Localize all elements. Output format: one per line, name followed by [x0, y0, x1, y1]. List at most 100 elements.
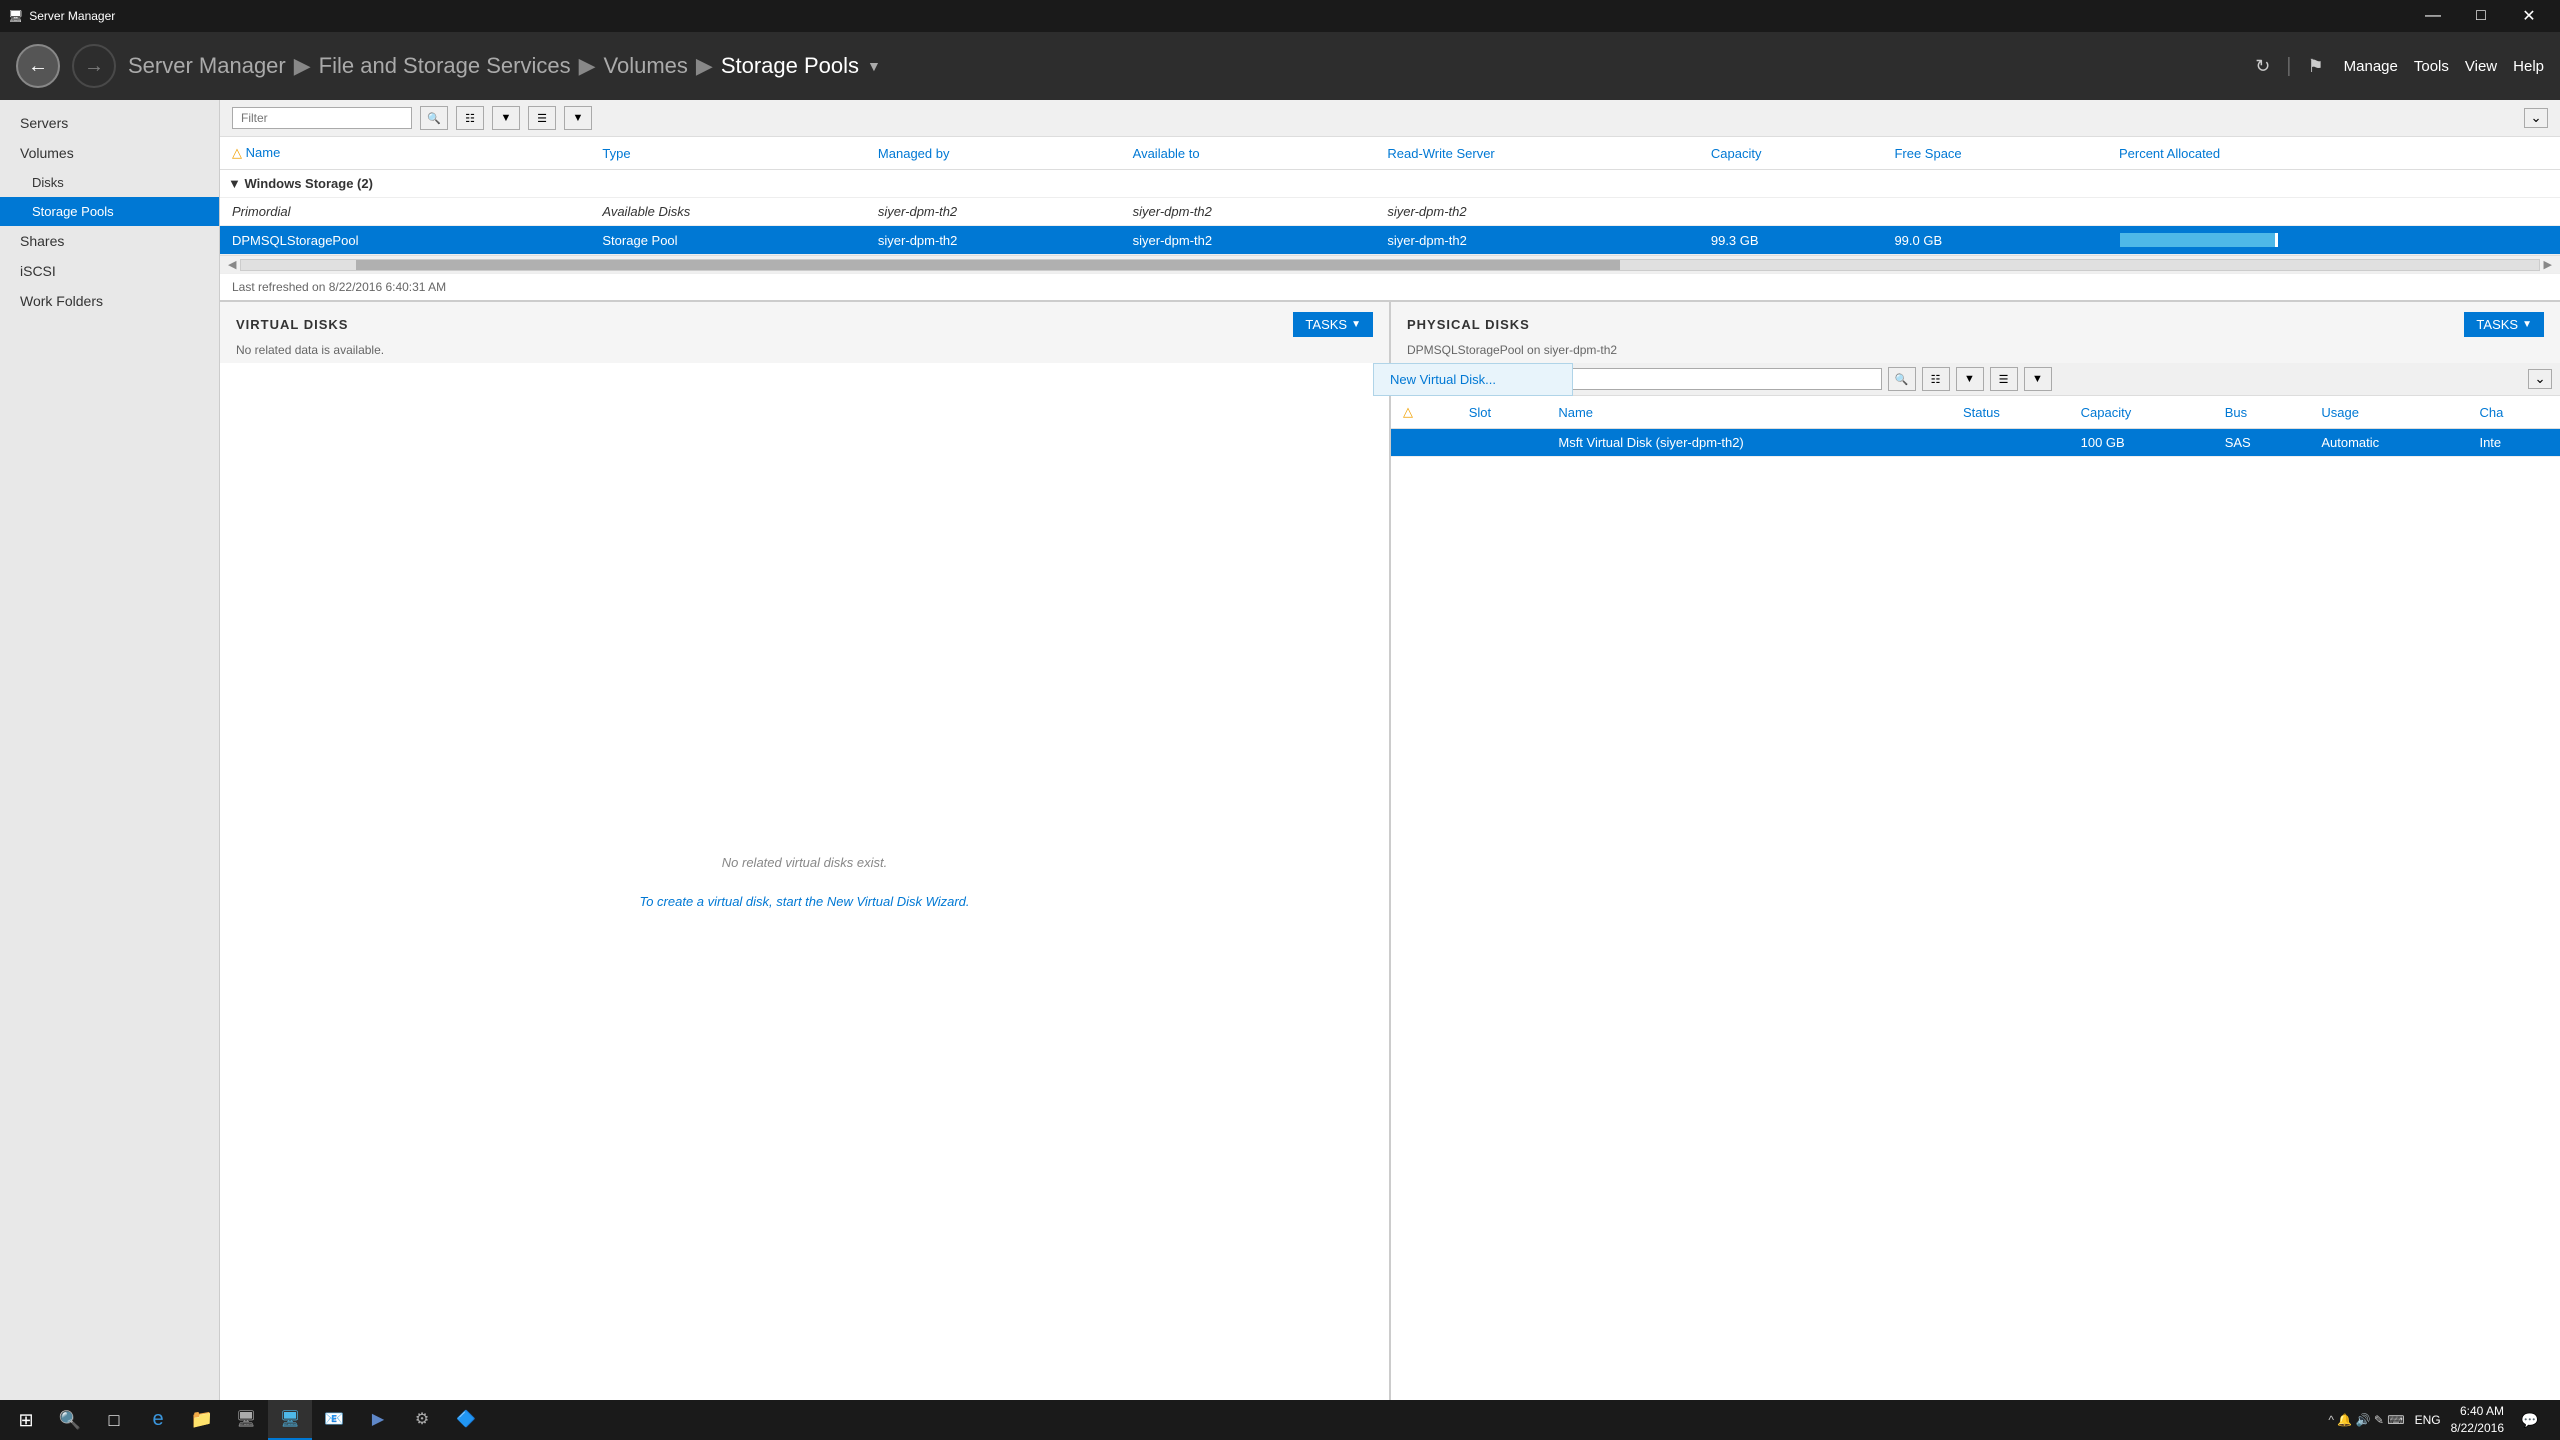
- sidebar-item-storage-pools[interactable]: Storage Pools: [0, 197, 219, 226]
- sidebar-item-shares[interactable]: Shares: [0, 226, 219, 256]
- minimize-button[interactable]: —: [2410, 0, 2456, 32]
- scroll-area: ◀ ▶: [220, 255, 2560, 273]
- flag-button[interactable]: ⚑: [2300, 52, 2332, 81]
- sidebar-item-work-folders[interactable]: Work Folders: [0, 286, 219, 316]
- pd-col-name[interactable]: Name: [1546, 396, 1951, 429]
- pd-tasks-arrow: ▼: [2522, 319, 2532, 330]
- taskbar-email[interactable]: 📧: [312, 1400, 356, 1440]
- group-arrow-icon: ▼: [228, 176, 241, 191]
- breadcrumb-storage-pools[interactable]: Storage Pools: [721, 53, 859, 79]
- view-icon[interactable]: ☷: [456, 106, 484, 130]
- col-type[interactable]: Type: [590, 137, 866, 170]
- cell-dpmsql-percent: [2107, 226, 2560, 255]
- expand-collapse-button[interactable]: ⌄: [2524, 108, 2548, 128]
- pd-search-button[interactable]: 🔍: [1888, 367, 1916, 391]
- menu-help[interactable]: Help: [2513, 58, 2544, 75]
- menu-tools[interactable]: Tools: [2414, 58, 2449, 75]
- pd-col-slot[interactable]: Slot: [1457, 396, 1547, 429]
- breadcrumb-server-manager[interactable]: Server Manager: [128, 53, 286, 79]
- taskbar: ⊞ 🔍 □ e 📁 🖥 🖥 📧 ▶ ⚙ 🔷 ^ 🔔 🔊 ✎ ⌨ ENG 6:40…: [0, 1400, 2560, 1440]
- maximize-button[interactable]: □: [2458, 0, 2504, 32]
- group-icon[interactable]: ☰: [528, 106, 556, 130]
- menu-manage[interactable]: Manage: [2344, 58, 2398, 75]
- taskbar-powershell[interactable]: ▶: [356, 1400, 400, 1440]
- start-button[interactable]: ⊞: [4, 1400, 48, 1440]
- pd-view-button[interactable]: ☷: [1922, 367, 1950, 391]
- pd-group-button[interactable]: ☰: [1990, 367, 2018, 391]
- sidebar-item-disks[interactable]: Disks: [0, 168, 219, 197]
- cell-primordial-capacity: [1699, 198, 1883, 226]
- taskbar-ie[interactable]: e: [136, 1400, 180, 1440]
- pd-col-capacity[interactable]: Capacity: [2069, 396, 2213, 429]
- col-capacity[interactable]: Capacity: [1699, 137, 1883, 170]
- col-rw-server[interactable]: Read-Write Server: [1375, 137, 1699, 170]
- sidebar-label-work-folders: Work Folders: [20, 293, 103, 309]
- pd-expand-button[interactable]: ⌄: [2528, 369, 2552, 389]
- taskbar-clock[interactable]: 6:40 AM 8/22/2016: [2451, 1403, 2504, 1437]
- taskbar-app-blue[interactable]: 🔷: [444, 1400, 488, 1440]
- taskbar-server-manager[interactable]: 🖥: [224, 1400, 268, 1440]
- pd-cell-usage: Automatic: [2309, 429, 2467, 457]
- table-row-dpmsql[interactable]: DPMSQLStoragePool Storage Pool siyer-dpm…: [220, 226, 2560, 255]
- sidebar-item-volumes[interactable]: Volumes: [0, 138, 219, 168]
- title-bar-left: 🖥 Server Manager: [8, 9, 115, 23]
- close-button[interactable]: ✕: [2506, 0, 2552, 32]
- col-managed-by[interactable]: Managed by: [866, 137, 1121, 170]
- group-dropdown-icon[interactable]: ▼: [564, 106, 592, 130]
- refresh-button[interactable]: ↻: [2247, 52, 2278, 81]
- vd-tasks-button[interactable]: TASKS ▼: [1293, 312, 1373, 337]
- notification-button[interactable]: 💬: [2508, 1400, 2552, 1440]
- breadcrumb-dropdown-icon[interactable]: ▼: [867, 58, 881, 74]
- table-row-primordial[interactable]: Primordial Available Disks siyer-dpm-th2…: [220, 198, 2560, 226]
- bottom-panels: VIRTUAL DISKS TASKS ▼ No related data is…: [220, 302, 2560, 1400]
- taskbar-server-mgr-active[interactable]: 🖥: [268, 1400, 312, 1440]
- vd-create-link[interactable]: To create a virtual disk, start the New …: [639, 894, 969, 909]
- storage-pools-table: △ Name Type Managed by Available to Read…: [220, 137, 2560, 255]
- pd-col-usage[interactable]: Usage: [2309, 396, 2467, 429]
- vd-empty-content: No related virtual disks exist. To creat…: [220, 363, 1389, 1400]
- view-dropdown-icon[interactable]: ▼: [492, 106, 520, 130]
- horizontal-scrollbar[interactable]: [240, 259, 2539, 271]
- task-view-button[interactable]: □: [92, 1400, 136, 1440]
- breadcrumb-file-storage[interactable]: File and Storage Services: [319, 53, 571, 79]
- pd-view-dropdown[interactable]: ▼: [1956, 367, 1984, 391]
- sidebar-item-servers[interactable]: Servers: [0, 108, 219, 138]
- col-name[interactable]: △ Name: [220, 137, 590, 170]
- pd-col-status[interactable]: Status: [1951, 396, 2069, 429]
- cell-primordial-managed: siyer-dpm-th2: [866, 198, 1121, 226]
- taskbar-app-misc[interactable]: ⚙: [400, 1400, 444, 1440]
- col-available-to[interactable]: Available to: [1121, 137, 1376, 170]
- search-icon[interactable]: 🔍: [420, 106, 448, 130]
- col-free-space[interactable]: Free Space: [1882, 137, 2107, 170]
- pd-cell-cha: Inte: [2467, 429, 2560, 457]
- taskbar-explorer[interactable]: 📁: [180, 1400, 224, 1440]
- search-button[interactable]: 🔍: [48, 1400, 92, 1440]
- dropdown-menu-container: New Virtual Disk...: [1373, 363, 1573, 396]
- sidebar-label-storage-pools: Storage Pools: [32, 204, 114, 219]
- sidebar: Servers Volumes Disks Storage Pools Shar…: [0, 100, 220, 1400]
- scroll-right-arrow[interactable]: ▶: [2544, 258, 2552, 271]
- cell-dpmsql-free: 99.0 GB: [1882, 226, 2107, 255]
- forward-button[interactable]: →: [72, 44, 116, 88]
- scroll-left-arrow[interactable]: ◀: [228, 258, 236, 271]
- cell-dpmsql-available: siyer-dpm-th2: [1121, 226, 1376, 255]
- sidebar-item-iscsi[interactable]: iSCSI: [0, 256, 219, 286]
- col-percent-allocated[interactable]: Percent Allocated: [2107, 137, 2560, 170]
- pd-group-dropdown[interactable]: ▼: [2024, 367, 2052, 391]
- title-bar-controls: — □ ✕: [2410, 0, 2552, 32]
- cell-primordial-free: [1882, 198, 2107, 226]
- taskbar-date: 8/22/2016: [2451, 1420, 2504, 1437]
- pd-cell-status: [1951, 429, 2069, 457]
- nav-menu: Manage Tools View Help: [2344, 58, 2544, 75]
- breadcrumb-volumes[interactable]: Volumes: [604, 53, 688, 79]
- pd-tasks-button[interactable]: TASKS ▼: [2464, 312, 2544, 337]
- filter-input[interactable]: [232, 107, 412, 129]
- back-button[interactable]: ←: [16, 44, 60, 88]
- table-group-header: ▼ Windows Storage (2): [220, 170, 2560, 198]
- new-virtual-disk-item[interactable]: New Virtual Disk...: [1374, 364, 1572, 395]
- menu-view[interactable]: View: [2465, 58, 2497, 75]
- pd-row-msft[interactable]: Msft Virtual Disk (siyer-dpm-th2) 100 GB…: [1391, 429, 2560, 457]
- pd-col-bus[interactable]: Bus: [2213, 396, 2310, 429]
- pd-col-cha[interactable]: Cha: [2467, 396, 2560, 429]
- main-layout: Servers Volumes Disks Storage Pools Shar…: [0, 100, 2560, 1400]
